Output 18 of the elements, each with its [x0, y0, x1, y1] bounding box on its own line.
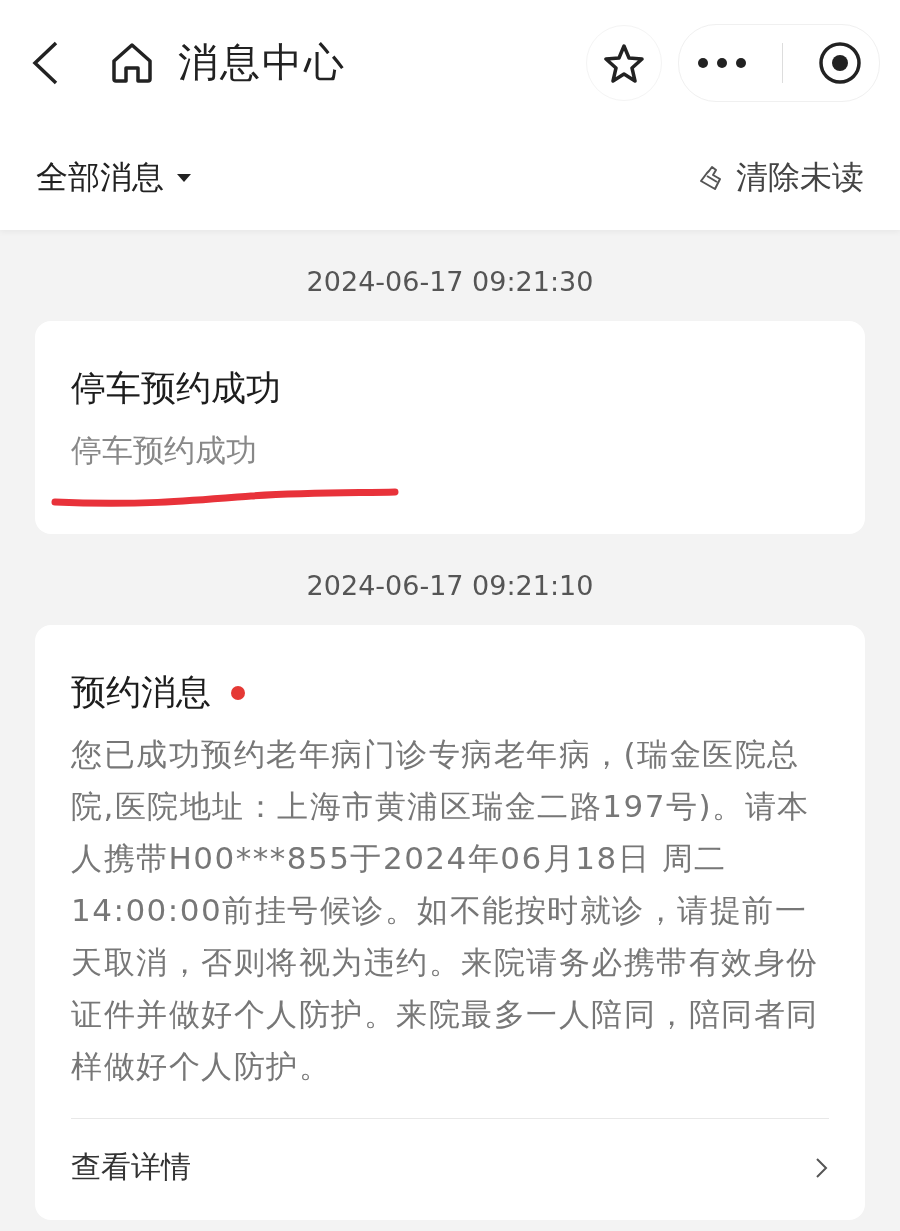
message-summary: 停车预约成功	[71, 431, 258, 470]
clear-unread-button[interactable]: 清除未读	[698, 155, 864, 200]
back-icon[interactable]	[30, 39, 60, 86]
message-card[interactable]: 停车预约成功 停车预约成功	[35, 321, 865, 534]
message-card[interactable]: 预约消息 您已成功预约老年病门诊专病老年病，(瑞金医院总院,医院地址：上海市黄浦区瑞金二路197号)。请本人携带H00***855于2024年06月18日 周二14:00:00前挂号候诊。如不能按时就诊，请提前一天取消，否则将视为违约。来院请务必携带有效身份证件并做好个人防护。来院最多一人陪同，陪同者同样做好个人防护。 查看详情	[35, 625, 865, 1220]
message-time: 2024-06-17 09:21:10	[305, 569, 595, 603]
home-icon[interactable]	[110, 41, 154, 84]
message-filter-dropdown[interactable]: 全部消息	[36, 155, 192, 200]
message-title: 预约消息	[71, 671, 211, 714]
message-time: 2024-06-17 09:21:30	[305, 265, 595, 299]
message-body: 您已成功预约老年病门诊专病老年病，(瑞金医院总院,医院地址：上海市黄浦区瑞金二路197号)。请本人携带H00***855于2024年06月18日 周二14:00:00前挂号候诊。如不能按时就诊，请提前一天取消，否则将视为违约。来院请务必携带有效身份证件并做好个人防护。来院最多一人陪同，陪同者同样做好个人防护。	[71, 735, 820, 1086]
caret-icon	[176, 172, 192, 183]
message-title: 停车预约成功	[71, 367, 281, 410]
view-details-link[interactable]: 查看详情	[71, 1119, 829, 1196]
star-icon	[603, 42, 645, 83]
more-icon[interactable]	[696, 56, 747, 69]
page-title: 消息中心	[178, 38, 346, 87]
chevron-right-icon	[815, 1156, 829, 1179]
